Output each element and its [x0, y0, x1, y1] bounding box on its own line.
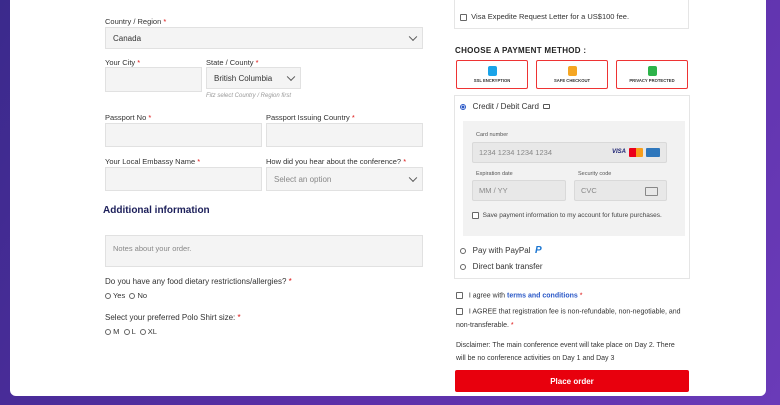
save-card-option: Save payment information to my account f… — [472, 212, 662, 219]
privacy-badge: PRIVACY PROTECTED — [616, 60, 688, 89]
shirt-l-radio[interactable] — [123, 329, 130, 336]
country-select[interactable]: Canada — [105, 27, 423, 49]
visa-icon: VISA — [611, 149, 626, 155]
fee-option: I AGREE that registration fee is non-ref… — [456, 308, 681, 315]
city-input[interactable] — [105, 67, 202, 92]
shirt-m-radio[interactable] — [105, 329, 111, 336]
terms-checkbox[interactable] — [456, 292, 463, 299]
order-notes-textarea[interactable]: Notes about your order. — [105, 235, 423, 267]
fee-checkbox[interactable] — [456, 308, 463, 315]
card-number-label: Card number — [476, 132, 509, 138]
state-select[interactable]: British Columbia — [206, 67, 301, 89]
diet-question: Do you have any food dietary restriction… — [105, 277, 292, 286]
amex-icon — [646, 148, 660, 157]
paypal-radio[interactable] — [460, 247, 466, 254]
card-radio[interactable] — [460, 103, 466, 110]
checkout-card: Country / Region * Canada Your City * St… — [10, 0, 766, 396]
terms-option: I agree with terms and conditions * — [456, 292, 582, 299]
credit-card-icon — [543, 104, 551, 110]
disclaimer-line1: Disclaimer: The main conference event wi… — [456, 342, 675, 349]
fee-option-line2: non-transferable. * — [456, 322, 514, 329]
country-label: Country / Region * — [105, 17, 167, 26]
place-order-button[interactable]: Place order — [455, 370, 689, 392]
card-number-input[interactable]: 1234 1234 1234 1234 VISA — [472, 142, 667, 163]
ssl-badge: SSL ENCRYPTION — [456, 60, 528, 89]
mastercard-icon — [629, 148, 643, 157]
shirt-options: M L XL — [105, 327, 157, 336]
expiry-label: Expiration date — [476, 171, 513, 177]
chevron-down-icon — [408, 173, 418, 183]
additional-heading: Additional information — [103, 205, 210, 216]
visa-letter-option: Visa Expedite Request Letter for a US$10… — [460, 12, 629, 21]
terms-link[interactable]: terms and conditions — [507, 292, 578, 299]
expiry-input[interactable]: MM / YY — [472, 180, 566, 201]
payment-heading: CHOOSE A PAYMENT METHOD : — [455, 46, 587, 55]
shield-icon — [647, 66, 657, 76]
passport-input[interactable] — [105, 123, 262, 147]
lock-icon — [487, 66, 497, 76]
cvc-label: Security code — [578, 171, 612, 177]
safe-checkout-badge: SAFE CHECKOUT — [536, 60, 608, 89]
shirt-xl-radio[interactable] — [139, 329, 146, 336]
cvc-input[interactable]: CVC — [574, 180, 667, 201]
hear-label: How did you hear about the conference? * — [266, 157, 407, 166]
save-card-checkbox[interactable] — [472, 212, 479, 219]
city-label: Your City * — [105, 58, 141, 67]
paypal-option: Pay with PayPal P — [460, 245, 542, 256]
chevron-down-icon — [408, 32, 418, 42]
hear-select[interactable]: Select an option — [266, 167, 423, 191]
diet-no-radio[interactable] — [129, 293, 136, 300]
paypal-icon: P — [534, 245, 542, 256]
embassy-input[interactable] — [105, 167, 262, 191]
cvc-card-icon — [645, 187, 658, 196]
bank-option: Direct bank transfer — [460, 262, 542, 271]
diet-options: Yes No — [105, 291, 147, 300]
shield-check-icon — [567, 66, 577, 76]
passport-label: Passport No * — [105, 113, 152, 122]
embassy-label: Your Local Embassy Name * — [105, 157, 201, 166]
disclaimer-line2: will be no conference activities on Day … — [456, 355, 615, 362]
state-label: State / County * — [206, 58, 259, 67]
passport-country-label: Passport Issuing Country * — [266, 113, 355, 122]
chevron-down-icon — [286, 72, 296, 82]
state-hint: Fitz select Country / Region first — [206, 93, 292, 99]
passport-country-input[interactable] — [266, 123, 423, 147]
visa-letter-checkbox[interactable] — [460, 13, 467, 21]
card-method-option: Credit / Debit Card — [460, 102, 551, 111]
diet-yes-radio[interactable] — [105, 293, 111, 300]
shirt-question: Select your preferred Polo Shirt size: * — [105, 313, 241, 322]
bank-radio[interactable] — [460, 263, 466, 270]
